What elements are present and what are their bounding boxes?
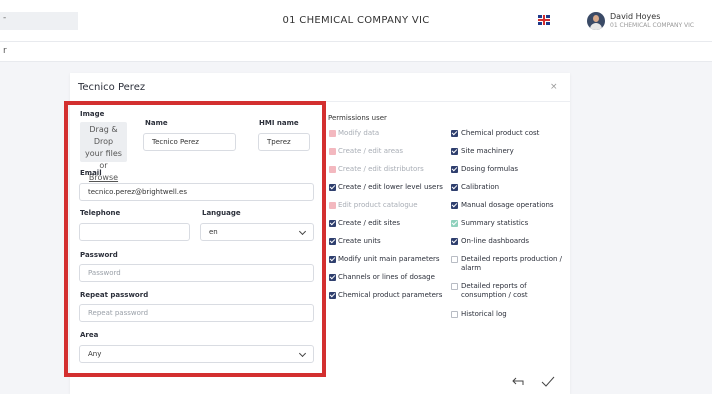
avatar[interactable] xyxy=(587,12,605,30)
permission-checkbox[interactable] xyxy=(451,220,458,227)
permission-label: On-line dashboards xyxy=(461,237,530,245)
permission-label: Historical log xyxy=(461,310,507,318)
permission-checkbox[interactable] xyxy=(451,130,458,137)
permission-checkbox[interactable] xyxy=(451,184,458,191)
permission-checkbox[interactable] xyxy=(451,238,458,245)
permission-label: Dosing formulas xyxy=(461,165,519,173)
check-icon[interactable] xyxy=(541,376,555,388)
permission-checkbox[interactable] xyxy=(329,256,336,263)
user-company: 01 CHEMICAL COMPANY VIC xyxy=(610,22,695,29)
permission-checkbox[interactable] xyxy=(329,238,336,245)
permission-label: Chemical product cost xyxy=(461,129,540,137)
permission-label: Create / edit lower level users xyxy=(338,183,443,191)
permissions-title: Permissions user xyxy=(328,114,387,122)
company-title: 01 CHEMICAL COMPANY VIC xyxy=(282,15,430,26)
permission-checkbox[interactable] xyxy=(329,130,336,137)
permission-checkbox[interactable] xyxy=(329,202,336,209)
close-icon[interactable]: × xyxy=(550,82,558,92)
back-icon[interactable] xyxy=(511,377,525,387)
user-name[interactable]: David Hoyes xyxy=(610,12,660,21)
permission-checkbox[interactable] xyxy=(329,220,336,227)
permission-label: Channels or lines of dosage xyxy=(338,273,435,281)
permission-checkbox[interactable] xyxy=(329,274,336,281)
permission-label: Calibration xyxy=(461,183,500,191)
permission-label: Chemical product parameters xyxy=(338,291,443,299)
permission-checkbox[interactable] xyxy=(451,166,458,173)
sub-bar-text: r xyxy=(3,46,7,56)
top-bar: - 01 CHEMICAL COMPANY VIC David Hoyes 01… xyxy=(0,0,712,42)
permission-label: Create / edit sites xyxy=(338,219,401,227)
permission-label: Site machinery xyxy=(461,147,514,155)
permission-checkbox[interactable] xyxy=(451,148,458,155)
permission-label: Modify unit main parameters xyxy=(338,255,440,263)
permission-label: Modify data xyxy=(338,129,380,137)
permission-checkbox[interactable] xyxy=(451,202,458,209)
highlight-box xyxy=(64,101,326,377)
permission-label: Create / edit distributors xyxy=(338,165,424,173)
permission-label: Detailed reports of consumption / cost xyxy=(461,282,528,299)
permission-label: Create units xyxy=(338,237,381,245)
permission-checkbox[interactable] xyxy=(451,311,458,318)
permission-label: Detailed reports production / alarm xyxy=(461,255,563,272)
permission-label: Create / edit areas xyxy=(338,147,403,155)
permission-checkbox[interactable] xyxy=(451,283,458,290)
permission-label: Manual dosage operations xyxy=(461,201,554,209)
permission-checkbox[interactable] xyxy=(329,166,336,173)
permission-checkbox[interactable] xyxy=(329,148,336,155)
permission-checkbox[interactable] xyxy=(451,256,458,263)
permission-label: Edit product catalogue xyxy=(338,201,418,209)
permission-checkbox[interactable] xyxy=(329,184,336,191)
permission-label: Summary statistics xyxy=(461,219,529,227)
uk-flag-icon[interactable] xyxy=(538,15,550,25)
permission-checkbox[interactable] xyxy=(329,292,336,299)
sub-bar: r xyxy=(0,42,712,62)
modal-title: Tecnico Perez xyxy=(78,82,146,93)
